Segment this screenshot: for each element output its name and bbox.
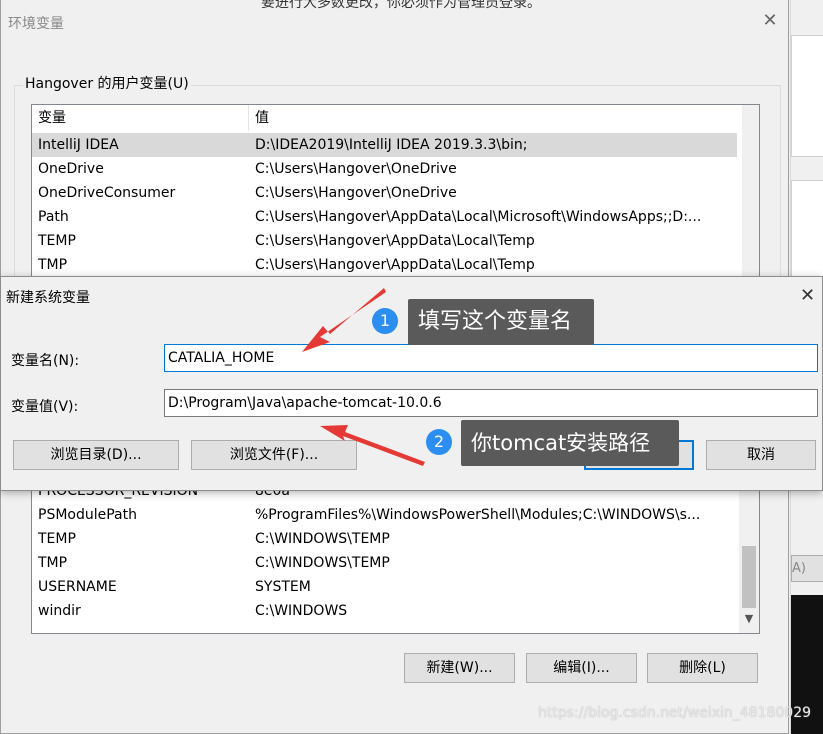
annotation-arrows bbox=[302, 288, 425, 466]
annotation-callout-2: 你tomcat安装路径 bbox=[461, 420, 679, 466]
annotation-number-1: 1 bbox=[372, 308, 398, 334]
annotation-number-2: 2 bbox=[426, 429, 452, 455]
annotation-arrow-2 bbox=[320, 425, 425, 466]
annotation-callout-1: 填写这个变量名 bbox=[408, 299, 594, 345]
